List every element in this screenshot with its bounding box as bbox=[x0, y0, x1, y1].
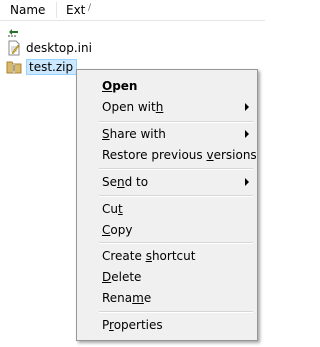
column-ext-header[interactable]: Ext bbox=[66, 3, 85, 17]
file-row[interactable]: desktop.ini bbox=[6, 39, 92, 57]
menu-separator bbox=[99, 195, 253, 197]
sort-indicator-icon: / bbox=[88, 3, 92, 13]
parent-folder-row[interactable] bbox=[6, 22, 22, 40]
menu-item-label: Properties bbox=[102, 318, 163, 332]
submenu-arrow-icon bbox=[245, 103, 249, 111]
menu-item-label: Share with bbox=[102, 127, 166, 141]
menu-item-label: Cut bbox=[102, 202, 123, 216]
menu-item-label: Create shortcut bbox=[102, 249, 196, 263]
menu-item-properties[interactable]: Properties bbox=[79, 315, 255, 335]
menu-item-open-with[interactable]: Open with bbox=[79, 97, 255, 117]
menu-item-label: Delete bbox=[102, 270, 142, 284]
menu-item-label: Open with bbox=[102, 100, 164, 114]
menu-item-label: Copy bbox=[102, 223, 133, 237]
menu-item-delete[interactable]: Delete bbox=[79, 267, 255, 287]
menu-item-label: Open bbox=[102, 79, 138, 93]
menu-item-open[interactable]: Open bbox=[79, 76, 255, 96]
file-name[interactable]: test.zip bbox=[26, 59, 78, 75]
menu-item-send-to[interactable]: Send to bbox=[79, 172, 255, 192]
menu-separator bbox=[99, 168, 253, 170]
menu-item-cut[interactable]: Cut bbox=[79, 199, 255, 219]
menu-item-share-with[interactable]: Share with bbox=[79, 124, 255, 144]
menu-separator bbox=[99, 242, 253, 244]
zip-folder-icon bbox=[6, 59, 22, 75]
menu-separator bbox=[99, 311, 253, 313]
file-row-selected[interactable]: test.zip bbox=[6, 58, 78, 76]
menu-item-label: Send to bbox=[102, 175, 149, 189]
ini-file-icon bbox=[6, 40, 22, 56]
submenu-arrow-icon bbox=[245, 130, 249, 138]
submenu-arrow-icon bbox=[245, 178, 249, 186]
menu-item-label: Rename bbox=[102, 291, 152, 305]
column-header: Name Ext / bbox=[0, 0, 265, 21]
menu-item-label: Restore previous versions bbox=[102, 148, 257, 162]
context-menu: Open Open with Share with Restore previo… bbox=[76, 69, 258, 341]
menu-separator bbox=[99, 121, 253, 123]
menu-item-restore-previous-versions[interactable]: Restore previous versions bbox=[79, 145, 257, 165]
file-name: desktop.ini bbox=[26, 41, 92, 55]
menu-item-create-shortcut[interactable]: Create shortcut bbox=[79, 246, 255, 266]
up-folder-icon bbox=[6, 23, 22, 39]
column-name-header[interactable]: Name bbox=[10, 3, 45, 17]
column-separator[interactable] bbox=[56, 2, 57, 18]
menu-item-copy[interactable]: Copy bbox=[79, 220, 255, 240]
menu-item-rename[interactable]: Rename bbox=[79, 288, 255, 308]
